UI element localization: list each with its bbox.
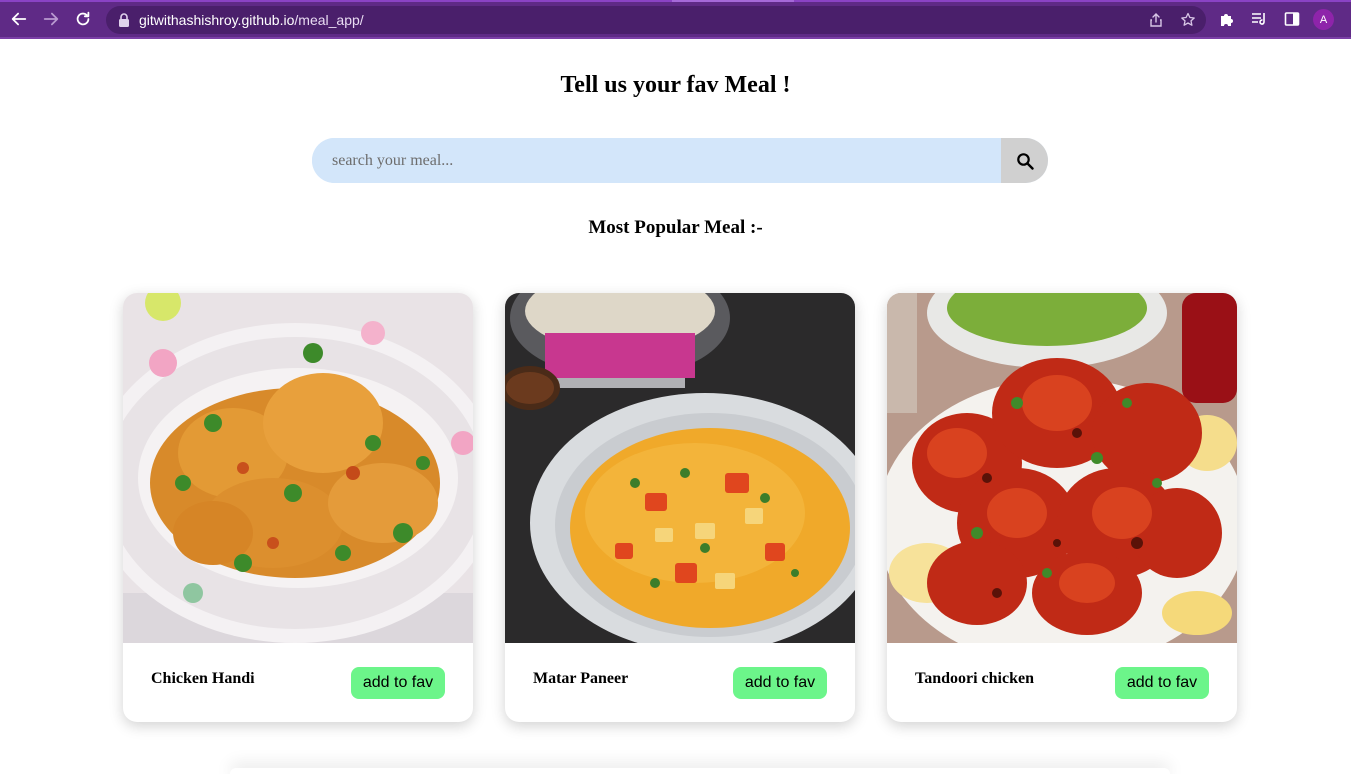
- meal-card: Matar Paneer add to fav: [505, 293, 855, 722]
- back-arrow-icon[interactable]: [9, 9, 29, 29]
- reading-list-icon[interactable]: [1251, 11, 1267, 27]
- meal-photo[interactable]: [123, 293, 473, 643]
- search-input[interactable]: [312, 138, 1001, 183]
- extensions-puzzle-icon[interactable]: [1219, 11, 1235, 27]
- meal-photo[interactable]: [505, 293, 855, 643]
- browser-toolbar: gitwithashishroy.github.io/meal_app/ A: [0, 0, 1351, 39]
- meal-card: Chicken Handi add to fav: [123, 293, 473, 722]
- side-panel-icon[interactable]: [1284, 11, 1300, 27]
- url-path: /meal_app/: [294, 12, 364, 28]
- active-tab-indicator[interactable]: [672, 0, 794, 2]
- meal-card: Tandoori chicken add to fav: [887, 293, 1237, 722]
- profile-avatar[interactable]: A: [1313, 9, 1334, 30]
- forward-arrow-icon[interactable]: [41, 9, 61, 29]
- url-host: gitwithashishroy.github.io: [139, 12, 295, 28]
- section-title: Most Popular Meal :-: [588, 217, 763, 238]
- add-to-fav-button[interactable]: add to fav: [351, 667, 445, 699]
- url-text[interactable]: gitwithashishroy.github.io/meal_app/: [139, 12, 364, 28]
- search-icon: [1016, 152, 1034, 170]
- lock-icon[interactable]: [118, 13, 130, 27]
- meal-name: Tandoori chicken: [915, 670, 1034, 687]
- reload-icon[interactable]: [73, 9, 93, 29]
- add-to-fav-button[interactable]: add to fav: [733, 667, 827, 699]
- meal-name: Matar Paneer: [533, 670, 629, 687]
- add-to-fav-button[interactable]: add to fav: [1115, 667, 1209, 699]
- address-bar[interactable]: gitwithashishroy.github.io/meal_app/: [106, 6, 1206, 34]
- meal-photo[interactable]: [887, 293, 1237, 643]
- bookmark-star-icon[interactable]: [1180, 12, 1196, 28]
- search-bar: [312, 138, 1048, 183]
- page-title: Tell us your fav Meal !: [560, 72, 791, 98]
- next-section-edge: [230, 768, 1170, 774]
- meal-name: Chicken Handi: [151, 670, 255, 687]
- share-icon[interactable]: [1148, 12, 1164, 28]
- search-button[interactable]: [1001, 138, 1048, 183]
